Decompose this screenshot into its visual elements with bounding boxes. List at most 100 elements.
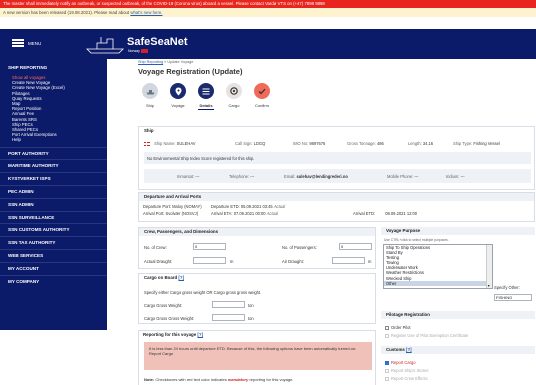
wizard-steps: Ship Voyage Details Cargo Confirm xyxy=(138,83,278,113)
sidebar-section-ssn-admin[interactable]: SSN ADMIN xyxy=(0,197,107,211)
passengers-count-input[interactable]: 0 xyxy=(339,243,372,250)
report-crew-checkbox[interactable]: Report Crew Effects xyxy=(385,376,428,381)
crew-count-input[interactable]: 0 xyxy=(193,243,226,250)
actual-draught-input[interactable] xyxy=(193,257,226,264)
report-cargo-checkbox[interactable]: Report Cargo xyxy=(385,360,416,365)
ship-panel-header: Ship xyxy=(139,127,534,135)
ship-logo-icon xyxy=(86,37,124,54)
note-text: Checkboxes with red text color indicates xyxy=(155,377,227,382)
note-suffix: reporting for this voyage. xyxy=(249,377,294,382)
callsign-value: LDGQ xyxy=(253,141,266,146)
app-logo-title: SafeSeaNet xyxy=(127,36,188,48)
crew-label: No. of Crew: xyxy=(144,245,167,250)
sidebar-section-maritime-authority[interactable]: MARITIME AUTHORITY xyxy=(0,159,107,172)
contact-box: Inmarsat: --- Telephone: --- Email: sule… xyxy=(144,169,531,183)
arrival-etd-label: Arrival ETD: xyxy=(353,211,376,216)
sidebar-section-my-account[interactable]: MY ACCOUNT xyxy=(0,261,107,275)
env-index-box: No Environmental Ship Index Score regist… xyxy=(144,152,531,164)
env-index-note: No Environmental Ship Index Score regist… xyxy=(147,156,255,161)
menu-label: MENU xyxy=(28,40,42,46)
sidebar-section-ssn-customs-authority[interactable]: SSN CUSTOMS AUTHORITY xyxy=(0,223,107,236)
arrival-etd-field: Arrival ETD: 08.09.2021 12:00 xyxy=(353,211,417,216)
report-stores-label: Report Ship's Stores xyxy=(391,368,429,373)
report-stores-checkbox-box[interactable] xyxy=(385,368,389,373)
page-title: Voyage Registration (Update) xyxy=(138,67,243,76)
menu-button[interactable]: MENU xyxy=(12,39,41,47)
cargo-icon xyxy=(226,83,242,99)
purpose-option-selected[interactable]: Other xyxy=(384,280,492,286)
ship-type-value: Fishing Vessel xyxy=(473,141,500,146)
step-ship[interactable]: Ship xyxy=(138,83,162,108)
sidebar-section-ssn-tax-authority[interactable]: SSN TAX AUTHORITY xyxy=(0,236,107,249)
reporting-help-link[interactable]: [?] xyxy=(197,332,203,337)
report-crew-checkbox-box[interactable] xyxy=(385,376,389,381)
sidebar-section-web-services[interactable]: WEB SERVICES xyxy=(0,249,107,262)
report-cargo-checkbox-box[interactable] xyxy=(385,360,389,365)
voyage-purpose-panel: Voyage Purpose Use CTRL+click to select … xyxy=(381,227,535,306)
ship-icon xyxy=(142,83,158,99)
imo-value: 9897676 xyxy=(309,141,326,146)
ports-panel: Departure and Arrival Ports Departure Po… xyxy=(138,192,535,222)
sidebar: SHIP REPORTING Show all voyages Create N… xyxy=(0,59,107,330)
listbox-scrollbar[interactable] xyxy=(486,245,492,288)
ship-type-field: Ship Type: Fishing Vessel xyxy=(453,141,500,146)
pec-checkbox-box[interactable] xyxy=(385,333,389,338)
report-crew-label: Report Crew Effects xyxy=(391,376,428,381)
arrival-eta-label: Arrival ETA: xyxy=(211,211,233,216)
sidebar-section-kystverket-isps[interactable]: KYSTVERKET ISPS xyxy=(0,172,107,185)
order-pilot-label: Order Pilot xyxy=(391,325,411,330)
gross-tonnage-label: Gross Tonnage: xyxy=(347,141,376,146)
imo-field: IMO No: 9897676 xyxy=(293,141,325,146)
departure-etd-label: Departure ETD: xyxy=(211,204,240,209)
customs-help-link[interactable]: [?] xyxy=(406,347,412,352)
iridium-label: Iridium: xyxy=(446,174,460,179)
arrival-etd-value: 08.09.2021 12:00 xyxy=(385,211,418,216)
inmarsat-field: Inmarsat: --- xyxy=(177,174,199,179)
step-confirm[interactable]: Confirm xyxy=(250,83,274,108)
departure-etd-tag: Actual xyxy=(273,204,286,209)
sidebar-section-my-company[interactable]: MY COMPANY xyxy=(0,274,107,288)
breadcrumb: Ship Reporting » Update Voyage xyxy=(138,60,533,64)
specify-other-input[interactable]: FISHING xyxy=(494,294,532,301)
specify-other-label: Specify Other: xyxy=(494,285,520,290)
cargo-help-link[interactable]: [?] xyxy=(178,275,184,280)
report-stores-checkbox[interactable]: Report Ship's Stores xyxy=(385,368,428,373)
crew-panel-header: Crew, Passengers, and Dimensions xyxy=(139,228,375,236)
order-pilot-checkbox[interactable]: Order Pilot xyxy=(385,325,411,330)
pec-checkbox[interactable]: Register Use of Pilot Exemption Certific… xyxy=(385,333,468,338)
breadcrumb-ship-reporting[interactable]: Ship Reporting xyxy=(138,60,163,64)
customs-header: Customs [?] xyxy=(381,346,535,354)
sidebar-section-pec-admin[interactable]: PEC ADMIN xyxy=(0,185,107,198)
report-cargo-label: Report Cargo xyxy=(391,360,416,365)
arrival-eta-value: 07.09.2021 00:00 xyxy=(233,211,266,216)
sidebar-section-ssn-surveillance[interactable]: SSN SURVEILLANCE xyxy=(0,210,107,224)
app-logo-country: Norway xyxy=(128,49,140,53)
step-voyage[interactable]: Voyage xyxy=(166,83,190,108)
pec-label: Register Use of Pilot Exemption Certific… xyxy=(391,333,469,338)
inmarsat-label: Inmarsat: xyxy=(177,174,195,179)
step-details[interactable]: Details xyxy=(194,83,218,111)
step-cargo-label: Cargo xyxy=(228,103,240,108)
mobile-value: --- xyxy=(414,174,419,179)
gross-tonnage-field: Gross Tonnage: 486 xyxy=(347,141,384,146)
cargo-gross-gross-weight-label: Cargo Gross Gross Weight: xyxy=(144,316,195,321)
step-cargo[interactable]: Cargo xyxy=(222,83,246,108)
whats-new-link[interactable]: what's new here. xyxy=(130,10,162,15)
order-pilot-checkbox-box[interactable] xyxy=(385,325,389,330)
cargo-gross-weight-unit: ton xyxy=(248,303,254,308)
air-draught-input[interactable] xyxy=(332,257,365,264)
voyage-purpose-listbox[interactable]: Ship To Ship Operations Stand By Testing… xyxy=(383,244,493,289)
cargo-gross-weight-input[interactable] xyxy=(212,301,245,308)
scroll-down-arrow-icon[interactable]: ▼ xyxy=(487,284,490,288)
callsign-label: Call Sign: xyxy=(235,141,253,146)
hamburger-icon xyxy=(12,39,24,47)
sidebar-section-port-authority[interactable]: PORT AUTHORITY xyxy=(0,146,107,160)
cargo-gross-gross-weight-input[interactable] xyxy=(212,314,245,321)
main-content: Ship Reporting » Update Voyage Voyage Re… xyxy=(138,60,533,111)
email-label: Email: xyxy=(284,174,296,179)
email-field: Email: sulehav@lendingrederi.no xyxy=(284,174,348,179)
list-icon xyxy=(198,83,214,99)
sidebar-section-ship-reporting[interactable]: SHIP REPORTING xyxy=(0,65,107,70)
voyage-purpose-hint: Use CTRL+click to select multiple purpos… xyxy=(384,238,449,242)
departure-etd-value: 05.09.2021 03:45 xyxy=(240,204,273,209)
